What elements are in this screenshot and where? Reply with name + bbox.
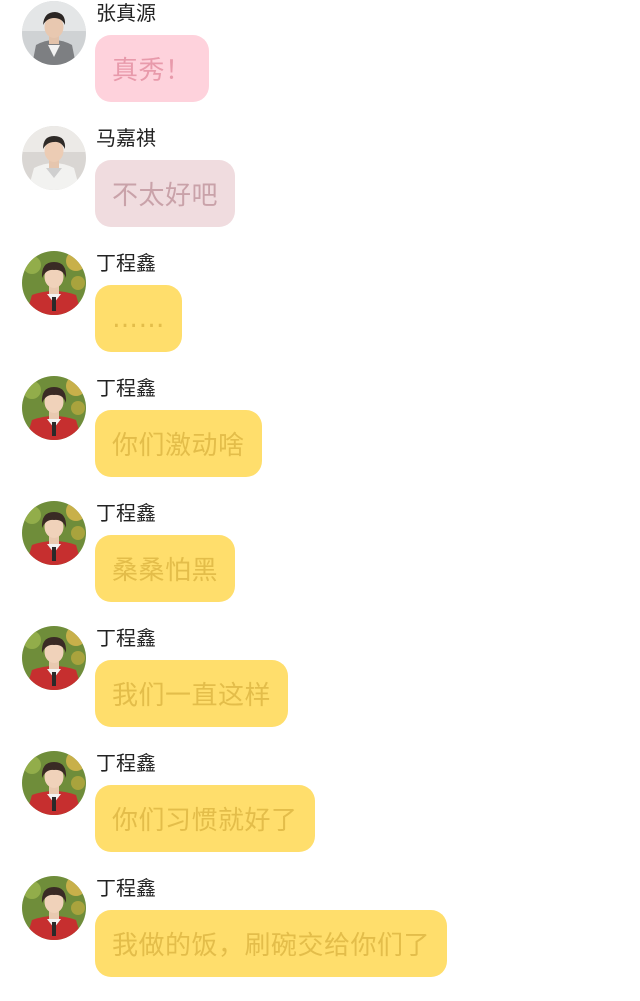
avatar-photo	[22, 376, 86, 440]
avatar-photo	[22, 751, 86, 815]
avatar[interactable]	[22, 126, 86, 190]
sender-name: 丁程鑫	[96, 876, 156, 900]
avatar[interactable]	[22, 251, 86, 315]
avatar-photo	[22, 1, 86, 65]
avatar[interactable]	[22, 501, 86, 565]
sender-name: 丁程鑫	[96, 626, 156, 650]
avatar-photo	[22, 501, 86, 565]
chat-message: 张真源 真秀！	[0, 1, 640, 126]
chat-message: 丁程鑫 ……	[0, 251, 640, 376]
message-bubble[interactable]: 我做的饭，刷碗交给你们了	[95, 910, 448, 977]
chat-message: 丁程鑫 桑桑怕黑	[0, 501, 640, 626]
message-bubble[interactable]: 桑桑怕黑	[95, 535, 236, 602]
sender-name: 丁程鑫	[96, 251, 156, 275]
avatar[interactable]	[22, 376, 86, 440]
message-bubble[interactable]: 你们习惯就好了	[95, 785, 315, 852]
avatar-photo	[22, 251, 86, 315]
chat-message: 丁程鑫 我做的饭，刷碗交给你们了	[0, 876, 640, 1001]
sender-name: 丁程鑫	[96, 501, 156, 525]
sender-name: 张真源	[96, 1, 156, 25]
avatar-photo	[22, 876, 86, 940]
chat-message: 丁程鑫 你们激动啥	[0, 376, 640, 501]
avatar[interactable]	[22, 1, 86, 65]
message-bubble[interactable]: 你们激动啥	[95, 410, 262, 477]
message-bubble[interactable]: ……	[95, 285, 182, 352]
message-bubble[interactable]: 我们一直这样	[95, 660, 289, 727]
sender-name: 马嘉祺	[96, 126, 156, 150]
sender-name: 丁程鑫	[96, 376, 156, 400]
message-bubble[interactable]: 不太好吧	[95, 160, 236, 227]
avatar-photo	[22, 626, 86, 690]
chat-message: 丁程鑫 我们一直这样	[0, 626, 640, 751]
chat-message: 丁程鑫 你们习惯就好了	[0, 751, 640, 876]
chat-message: 马嘉祺 不太好吧	[0, 126, 640, 251]
avatar[interactable]	[22, 626, 86, 690]
message-bubble[interactable]: 真秀！	[95, 35, 209, 102]
avatar-photo	[22, 126, 86, 190]
sender-name: 丁程鑫	[96, 751, 156, 775]
avatar[interactable]	[22, 876, 86, 940]
avatar[interactable]	[22, 751, 86, 815]
